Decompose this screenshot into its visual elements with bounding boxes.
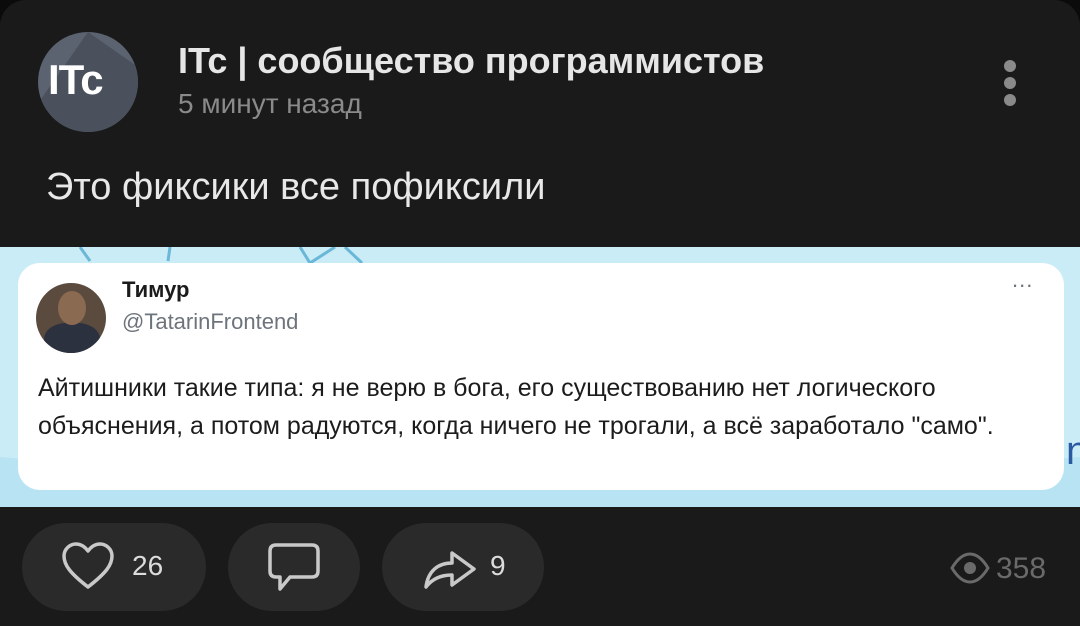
- post-card: ITc ITc | сообщество программистов 5 мин…: [0, 0, 1080, 626]
- share-count: 9: [490, 550, 506, 581]
- like-count: 26: [132, 550, 164, 581]
- post-caption: Это фиксики все пофиксили: [46, 166, 546, 208]
- share-button[interactable]: 9: [382, 523, 544, 611]
- tweet-card: Тимур @TatarinFrontend ... Айтишники так…: [18, 263, 1064, 490]
- eye-icon: [950, 552, 990, 584]
- tweet-text: Айтишники такие типа: я не верю в бога, …: [38, 374, 994, 440]
- avatar-logo-text: ITc: [48, 56, 104, 103]
- kebab-menu-icon[interactable]: [998, 60, 1022, 110]
- tweet-author-name: Тимур: [122, 277, 190, 302]
- tweet-author-avatar: [36, 283, 106, 353]
- tweet-more-icon: ...: [1012, 267, 1034, 292]
- heart-icon: [62, 542, 114, 589]
- like-button[interactable]: 26: [22, 523, 206, 611]
- share-arrow-icon: [424, 551, 476, 589]
- tweet-author-handle: @TatarinFrontend: [122, 309, 299, 334]
- view-count: 358: [996, 552, 1047, 585]
- channel-avatar[interactable]: ITc: [38, 32, 138, 132]
- channel-name[interactable]: ITc | сообщество программистов: [178, 40, 764, 82]
- post-timestamp: 5 минут назад: [178, 88, 362, 119]
- background-letter: n: [1066, 429, 1080, 473]
- post-image[interactable]: n Тимур @TatarinFrontend ... Айтишники т…: [0, 247, 1080, 507]
- comment-button[interactable]: [228, 523, 360, 611]
- comment-icon: [268, 543, 320, 591]
